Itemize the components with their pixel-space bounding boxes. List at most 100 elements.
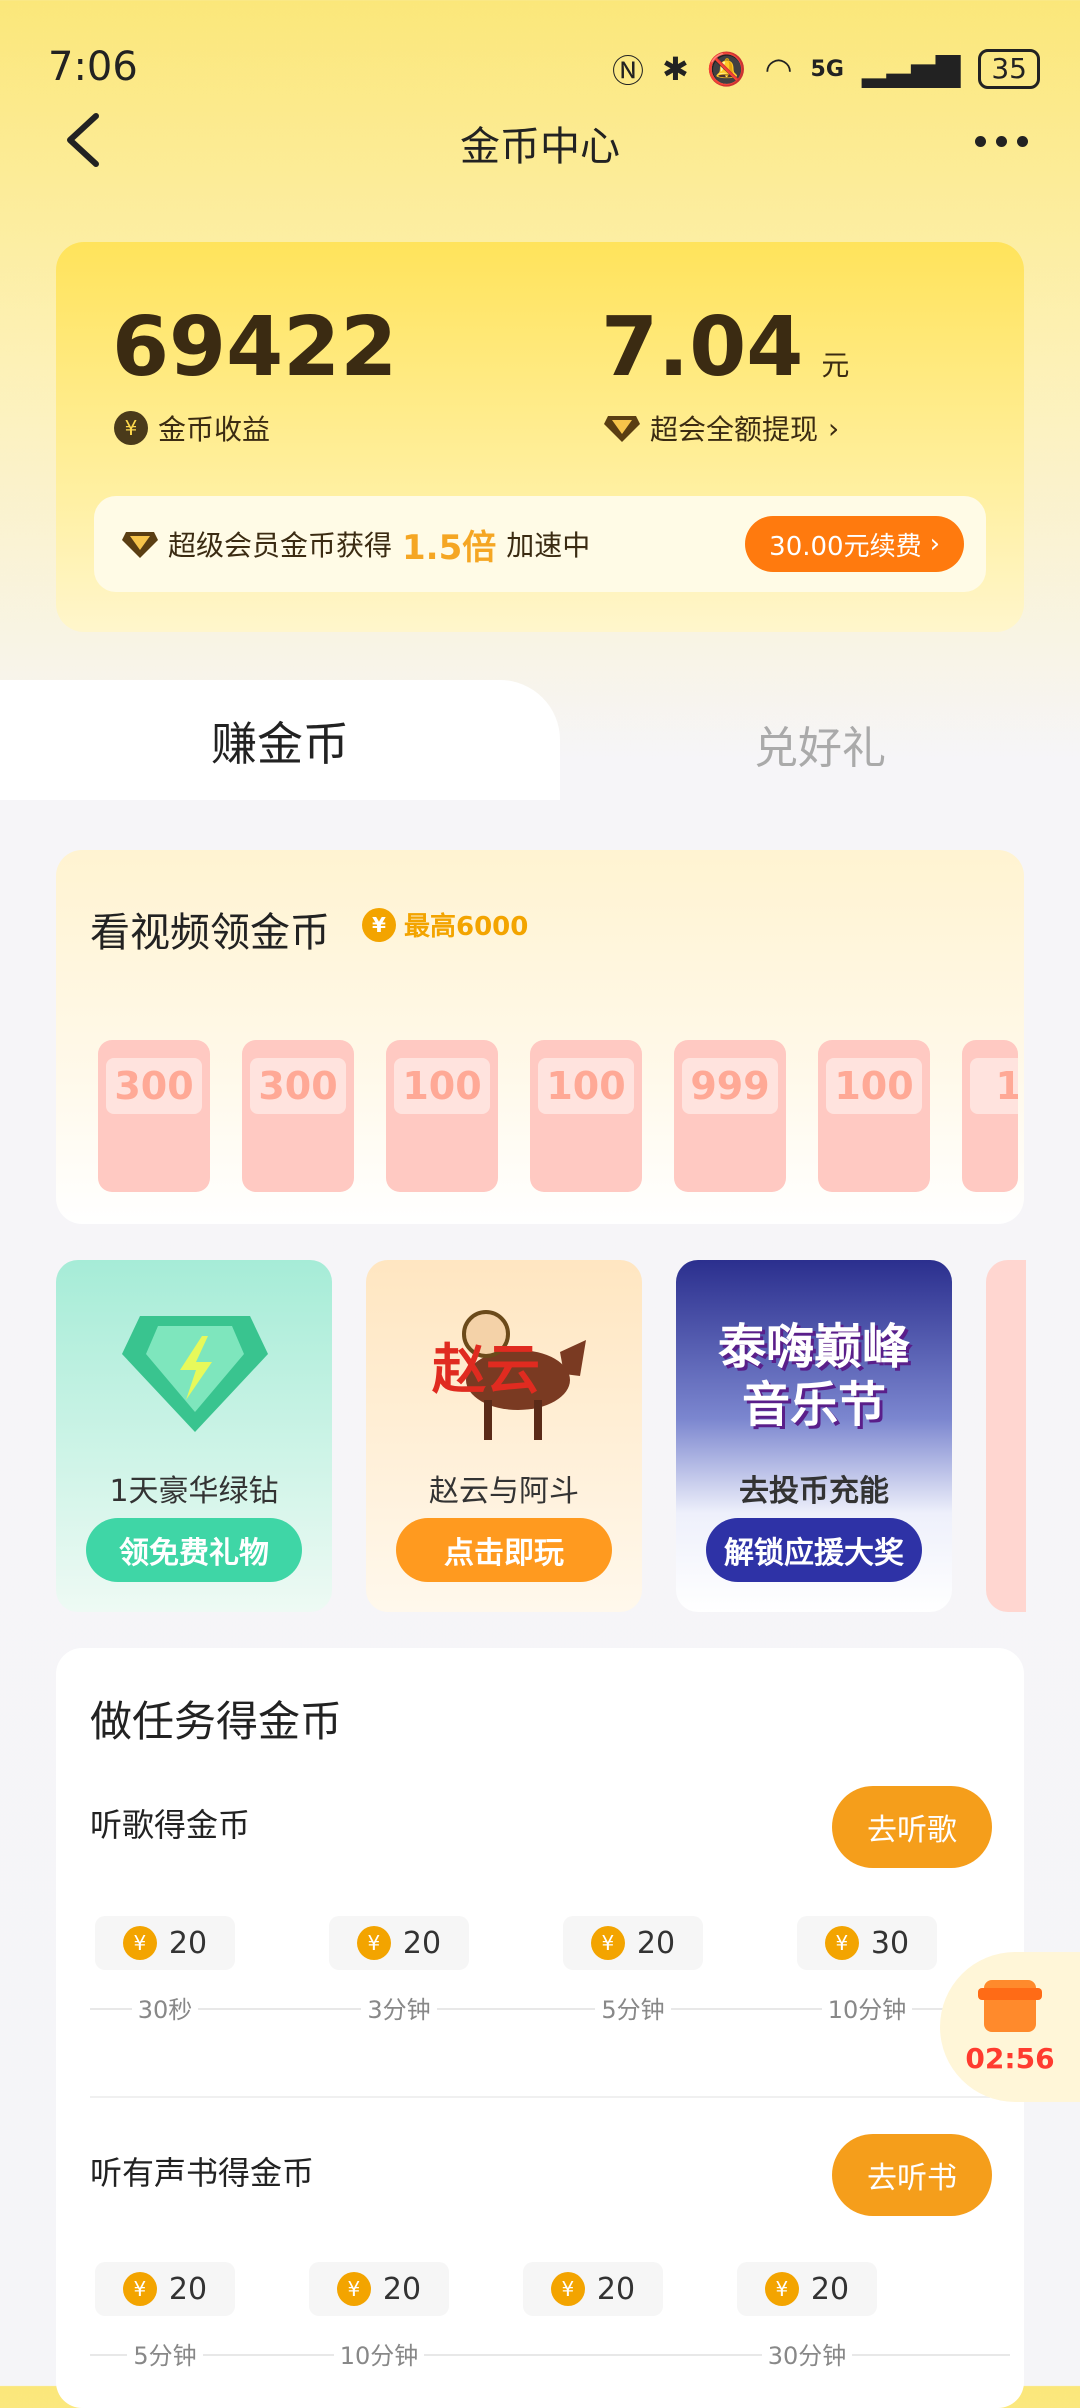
yen-icon: ¥	[114, 411, 148, 445]
vip-multiplier: 1.5倍	[402, 527, 497, 568]
max-reward-text: 最高6000	[404, 912, 529, 942]
renew-button[interactable]: 30.00元续费 ›	[745, 516, 964, 572]
coin-earnings-label[interactable]: ¥ 金币收益	[114, 408, 270, 448]
withdraw-link[interactable]: 超会全额提现 ›	[604, 408, 839, 448]
promo-card-game[interactable]: 赵云 赵云与阿斗 点击即玩	[366, 1260, 642, 1612]
coin-summary-card: 69422 7.04 元 ¥ 金币收益 超会全额提现 › 超级会员金币获得 1.…	[56, 242, 1024, 632]
promo-button[interactable]: 点击即玩	[396, 1518, 612, 1582]
step-coins: 20	[168, 1925, 208, 1961]
step-time: 5分钟	[595, 1990, 671, 2025]
progress-step: ¥20	[518, 2262, 668, 2340]
progress-step: ¥20 30秒	[90, 1916, 240, 2025]
gift-box-icon	[978, 1979, 1042, 2032]
chevron-right-icon: ›	[828, 411, 840, 445]
coin-icon: ¥	[764, 2272, 799, 2306]
horse-rider-illustration: 赵云	[432, 1310, 586, 1440]
coin-balance: 69422	[112, 300, 398, 395]
step-coins: 20	[168, 2271, 208, 2307]
video-reward-ticket[interactable]: 10	[962, 1040, 1018, 1192]
promo-label: 赵云与阿斗	[429, 1474, 579, 1509]
progress-step: ¥20 10分钟	[304, 2262, 454, 2371]
step-time: 3分钟	[361, 1990, 437, 2025]
tasks-card: 做任务得金币 听歌得金币 去听歌 ¥20 30秒 ¥20 3分钟 ¥20 5分钟…	[56, 1648, 1024, 2408]
video-rewards-card: 看视频领金币 ¥ 最高6000 300 300 100 100 999 100 …	[56, 850, 1024, 1224]
coin-icon: ¥	[824, 1926, 859, 1960]
step-coins: 30	[870, 1925, 910, 1961]
money-balance: 7.04 元	[601, 300, 849, 395]
game-art-text: 赵云	[432, 1338, 540, 1401]
reward-amount: 300	[106, 1058, 202, 1114]
promo-label: 去投币充能	[739, 1474, 889, 1509]
progress-step: ¥20 5分钟	[558, 1916, 708, 2025]
mute-icon: 🔕	[706, 50, 747, 88]
coin-icon: ¥	[356, 1926, 391, 1960]
step-time: 10分钟	[821, 1990, 913, 2025]
promo-label: 1天豪华绿钻	[109, 1474, 279, 1509]
coin-icon: ¥	[362, 907, 396, 942]
promo-card-partial[interactable]	[986, 1260, 1026, 1612]
reward-amount: 100	[826, 1058, 922, 1114]
video-section-title: 看视频领金币	[90, 910, 330, 956]
page-title: 金币中心	[460, 124, 620, 170]
status-time: 7:06	[48, 44, 138, 90]
listen-music-button[interactable]: 去听歌	[832, 1786, 992, 1868]
signal-label: 5G	[810, 56, 844, 82]
video-reward-ticket[interactable]: 300	[98, 1040, 210, 1192]
reward-amount: 100	[394, 1058, 490, 1114]
gift-countdown: 02:56	[965, 2041, 1055, 2075]
tab-earn-coins[interactable]: 赚金币	[0, 708, 560, 774]
festival-art-text: 泰嗨巅峰音乐节	[717, 1319, 910, 1433]
nfc-icon: Ⓝ	[611, 52, 644, 90]
vip-text-prefix: 超级会员金币获得	[168, 529, 393, 562]
vip-text-suffix: 加速中	[506, 529, 591, 562]
step-coins: 20	[382, 2271, 422, 2307]
step-coins: 20	[596, 2271, 636, 2307]
coin-earnings-text: 金币收益	[158, 413, 271, 446]
progress-step: ¥30 10分钟	[792, 1916, 942, 2025]
floating-gift-widget[interactable]: 02:56	[940, 1952, 1080, 2102]
task-name: 听有声书得金币	[90, 2154, 315, 2192]
coin-icon: ¥	[550, 2272, 585, 2306]
reward-amount: 300	[250, 1058, 346, 1114]
step-time: 30分钟	[761, 2336, 853, 2371]
video-reward-ticket[interactable]: 999	[674, 1040, 786, 1192]
step-time: 30秒	[131, 1990, 199, 2025]
promo-card-green-diamond[interactable]: 1天豪华绿钻 领免费礼物	[56, 1260, 332, 1612]
step-time: 10分钟	[333, 2336, 425, 2371]
step-coins: 20	[810, 2271, 850, 2307]
money-unit: 元	[821, 349, 850, 382]
promo-button[interactable]: 领免费礼物	[86, 1518, 302, 1582]
vip-boost-bar: 超级会员金币获得 1.5倍 加速中 30.00元续费 ›	[94, 496, 986, 592]
tab-redeem-gifts[interactable]: 兑好礼	[560, 712, 1080, 776]
coin-icon: ¥	[336, 2272, 371, 2306]
step-coins: 20	[402, 1925, 442, 1961]
video-reward-ticket[interactable]: 100	[530, 1040, 642, 1192]
signal-icon: ▂▃▅▇	[861, 50, 961, 88]
max-reward-badge: ¥ 最高6000	[362, 906, 528, 943]
wifi-icon: ◠	[764, 50, 793, 88]
battery-icon: 35	[978, 49, 1040, 89]
video-reward-ticket[interactable]: 100	[818, 1040, 930, 1192]
step-time: 5分钟	[127, 2336, 203, 2371]
status-icons: Ⓝ ✱ 🔕 ◠ 5G ▂▃▅▇ 35	[612, 46, 1040, 92]
coin-icon: ¥	[122, 2272, 157, 2306]
video-reward-ticket[interactable]: 300	[242, 1040, 354, 1192]
promo-card-music-festival[interactable]: 泰嗨巅峰音乐节 去投币充能 解锁应援大奖	[676, 1260, 952, 1612]
step-coins: 20	[636, 1925, 676, 1961]
reward-amount: 100	[538, 1058, 634, 1114]
progress-step: ¥20 30分钟	[732, 2262, 882, 2371]
reward-amount: 10	[970, 1058, 1018, 1114]
withdraw-text: 超会全额提现	[650, 413, 819, 446]
promo-button[interactable]: 解锁应援大奖	[706, 1518, 922, 1582]
green-diamond-icon	[122, 1316, 268, 1432]
listen-audiobook-button[interactable]: 去听书	[832, 2134, 992, 2216]
video-reward-ticket[interactable]: 100	[386, 1040, 498, 1192]
task-name: 听歌得金币	[90, 1806, 251, 1844]
bluetooth-icon: ✱	[661, 50, 689, 88]
more-icon[interactable]	[975, 136, 1028, 147]
diamond-icon	[122, 532, 158, 558]
progress-step: ¥20 3分钟	[324, 1916, 474, 2025]
task-progress-timeline: ¥20 30秒 ¥20 3分钟 ¥20 5分钟 ¥30 10分钟	[90, 1916, 1010, 2036]
reward-amount: 999	[682, 1058, 778, 1114]
video-reward-list: 300 300 100 100 999 100 10	[98, 1040, 1018, 1192]
